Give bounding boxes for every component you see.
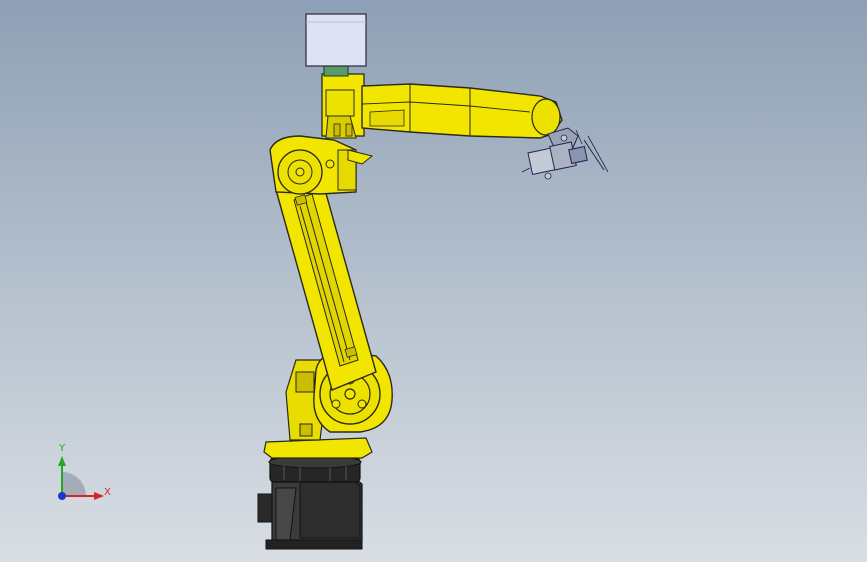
coordinate-triad: Y X	[44, 438, 124, 508]
x-arrow-head-icon	[94, 492, 104, 500]
z-axis-dot-icon	[58, 492, 66, 500]
3d-viewport[interactable]	[0, 0, 867, 562]
y-arrow-head-icon	[58, 456, 66, 466]
y-axis-label: Y	[59, 443, 66, 454]
robot-lower-arm[interactable]	[275, 171, 377, 391]
servo-motor-box[interactable]	[305, 13, 367, 77]
robot-elbow[interactable]	[269, 135, 374, 195]
robot-base[interactable]	[257, 455, 363, 550]
triad-graphic	[58, 456, 104, 500]
robot-upper-arm-base[interactable]	[321, 73, 365, 139]
x-axis-label: X	[104, 487, 111, 498]
triad-arc-shading	[62, 472, 86, 496]
robot-forearm[interactable]	[361, 83, 563, 139]
